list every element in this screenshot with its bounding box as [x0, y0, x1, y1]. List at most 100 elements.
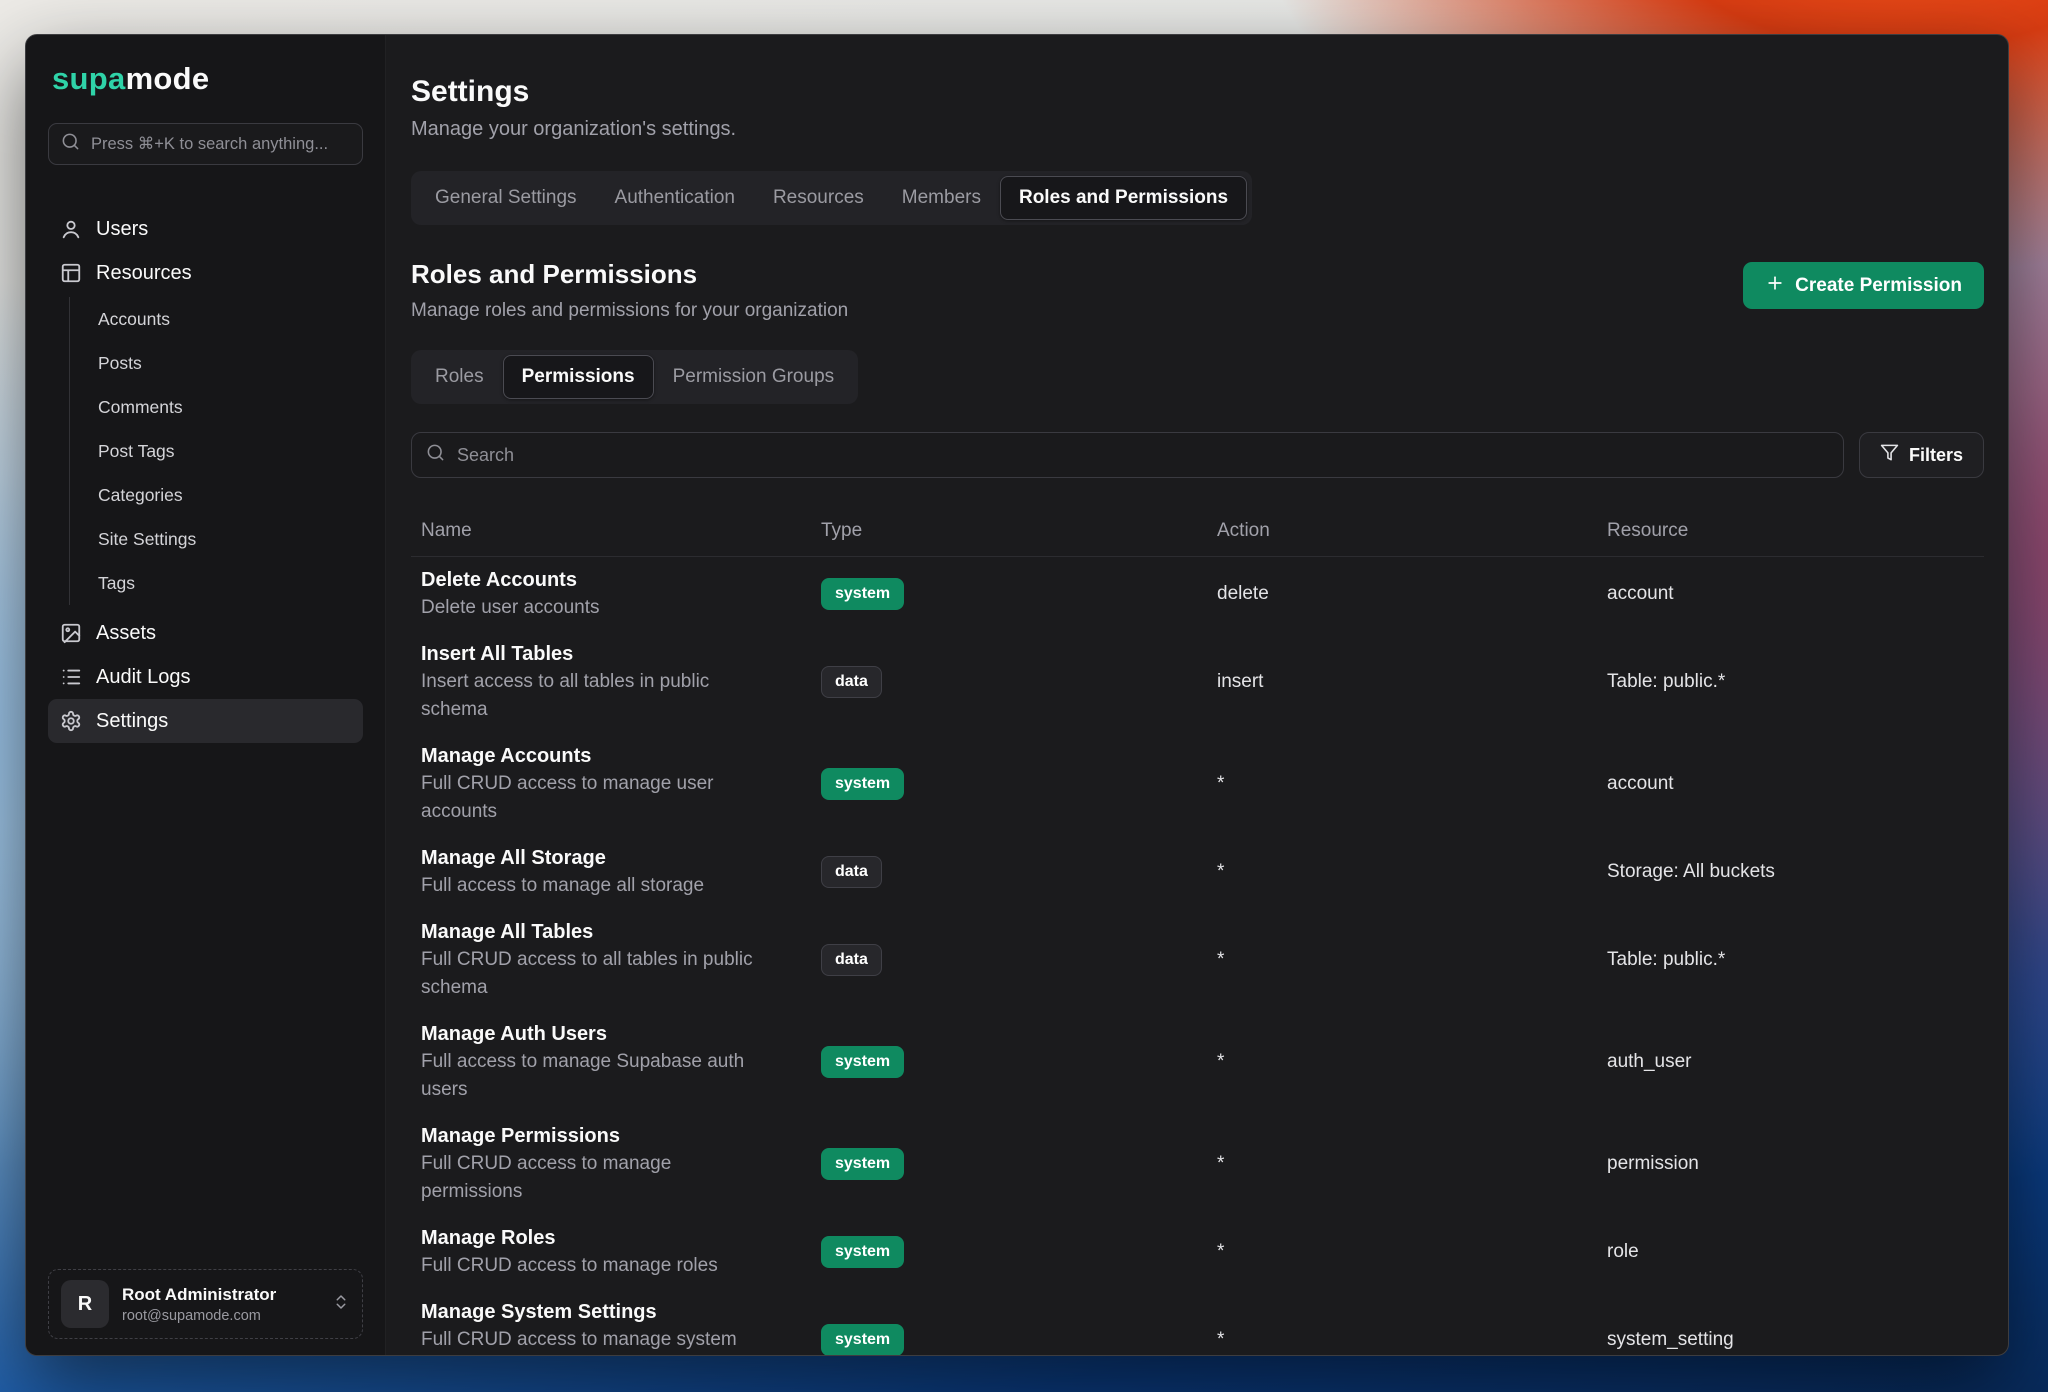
sidebar-spacer: [48, 743, 363, 1269]
tab-roles-and-permissions[interactable]: Roles and Permissions: [1000, 176, 1247, 220]
permission-type-cell: system: [821, 1236, 1217, 1268]
column-header-name: Name: [421, 520, 821, 542]
search-icon: [61, 132, 80, 156]
permission-action: *: [1217, 1051, 1607, 1073]
table-row[interactable]: Manage Auth UsersFull access to manage S…: [411, 1011, 1984, 1113]
sidebar-item-label: Settings: [96, 710, 168, 733]
permission-name-cell: Insert All TablesInsert access to all ta…: [421, 640, 821, 724]
sidebar-subitem-site-settings[interactable]: Site Settings: [94, 517, 363, 561]
permission-resource: Storage: All buckets: [1607, 861, 1984, 883]
tab-members[interactable]: Members: [883, 176, 1000, 220]
sidebar-subitem-posts[interactable]: Posts: [94, 341, 363, 385]
sidebar-item-audit-logs[interactable]: Audit Logs: [48, 655, 363, 699]
sidebar-subitem-categories[interactable]: Categories: [94, 473, 363, 517]
main-content: Settings Manage your organization's sett…: [386, 35, 2008, 1355]
app-window: supamode Users Resources AccountsPostsComm…: [25, 34, 2009, 1356]
table-row[interactable]: Manage System SettingsFull CRUD access t…: [411, 1289, 1984, 1355]
permission-type-cell: data: [821, 944, 1217, 976]
roles-subtabstrip: RolesPermissionsPermission Groups: [411, 350, 858, 404]
sidebar-item-settings[interactable]: Settings: [48, 699, 363, 743]
sidebar-subitem-accounts[interactable]: Accounts: [94, 297, 363, 341]
permission-action: *: [1217, 861, 1607, 883]
sidebar-item-assets[interactable]: Assets: [48, 611, 363, 655]
type-badge: data: [821, 944, 882, 976]
tab-resources[interactable]: Resources: [754, 176, 883, 220]
permission-name: Manage All Storage: [421, 844, 821, 872]
sidebar-subitem-tags[interactable]: Tags: [94, 561, 363, 605]
filters-label: Filters: [1909, 445, 1963, 466]
table-row[interactable]: Manage RolesFull CRUD access to manage r…: [411, 1215, 1984, 1289]
permission-name-cell: Manage AccountsFull CRUD access to manag…: [421, 742, 821, 826]
permission-name: Manage All Tables: [421, 918, 821, 946]
permission-resource: Table: public.*: [1607, 671, 1984, 693]
section-header-text: Roles and Permissions Manage roles and p…: [411, 259, 848, 322]
section-header: Roles and Permissions Manage roles and p…: [411, 259, 1984, 322]
sidebar: supamode Users Resources AccountsPostsComm…: [26, 35, 386, 1355]
permission-resource: account: [1607, 583, 1984, 605]
filters-button[interactable]: Filters: [1859, 432, 1984, 478]
table-row[interactable]: Manage PermissionsFull CRUD access to ma…: [411, 1113, 1984, 1215]
permission-type-cell: system: [821, 1046, 1217, 1078]
permission-description: Full access to manage all storage: [421, 872, 773, 900]
subtab-permission-groups[interactable]: Permission Groups: [654, 355, 854, 399]
sidebar-nav: Users Resources AccountsPostsCommentsPost …: [48, 207, 363, 743]
table-row[interactable]: Delete AccountsDelete user accounts syste…: [411, 557, 1984, 631]
permission-name-cell: Manage RolesFull CRUD access to manage r…: [421, 1224, 821, 1280]
permission-resource: permission: [1607, 1153, 1984, 1175]
table-row[interactable]: Manage AccountsFull CRUD access to manag…: [411, 733, 1984, 835]
permission-action: *: [1217, 949, 1607, 971]
permission-name: Manage Permissions: [421, 1122, 821, 1150]
type-badge: data: [821, 666, 882, 698]
tab-authentication[interactable]: Authentication: [596, 176, 754, 220]
global-search-input[interactable]: [89, 134, 350, 155]
table-row[interactable]: Insert All TablesInsert access to all ta…: [411, 631, 1984, 733]
permission-description: Full CRUD access to manage system settin…: [421, 1326, 773, 1355]
permission-description: Full CRUD access to manage user accounts: [421, 770, 773, 826]
section-subtitle: Manage roles and permissions for your or…: [411, 300, 848, 322]
subtab-permissions[interactable]: Permissions: [503, 355, 654, 399]
sidebar-item-users[interactable]: Users: [48, 207, 363, 251]
permission-description: Insert access to all tables in public sc…: [421, 668, 773, 724]
user-meta: Root Administrator root@supamode.com: [122, 1285, 319, 1324]
permission-description: Full CRUD access to manage permissions: [421, 1150, 773, 1206]
permission-search-box[interactable]: [411, 432, 1844, 478]
table-row[interactable]: Manage All TablesFull CRUD access to all…: [411, 909, 1984, 1011]
audit-list-icon: [60, 666, 82, 688]
permission-description: Full access to manage Supabase auth user…: [421, 1048, 773, 1104]
table-row[interactable]: Manage All StorageFull access to manage …: [411, 835, 1984, 909]
permission-name: Manage Accounts: [421, 742, 821, 770]
permission-search-input[interactable]: [455, 444, 1829, 467]
global-search-box[interactable]: [48, 123, 363, 165]
page-title: Settings: [411, 75, 1984, 109]
permission-description: Delete user accounts: [421, 594, 773, 622]
sidebar-subitem-post-tags[interactable]: Post Tags: [94, 429, 363, 473]
sidebar-sublist: AccountsPostsCommentsPost TagsCategories…: [69, 297, 363, 605]
page-subtitle: Manage your organization's settings.: [411, 118, 1984, 141]
column-header-resource: Resource: [1607, 520, 1984, 542]
sidebar-item-resources[interactable]: Resources: [48, 251, 363, 295]
permission-name: Delete Accounts: [421, 566, 821, 594]
column-header-action: Action: [1217, 520, 1607, 542]
permission-type-cell: system: [821, 578, 1217, 610]
tab-general-settings[interactable]: General Settings: [416, 176, 596, 220]
chevrons-up-down-icon: [332, 1293, 350, 1316]
sidebar-subitem-comments[interactable]: Comments: [94, 385, 363, 429]
app-logo: supamode: [48, 61, 363, 97]
permission-name: Manage Auth Users: [421, 1020, 821, 1048]
permission-resource: Table: public.*: [1607, 949, 1984, 971]
user-menu-button[interactable]: R Root Administrator root@supamode.com: [48, 1269, 363, 1339]
permission-name: Manage Roles: [421, 1224, 821, 1252]
create-permission-button[interactable]: Create Permission: [1743, 262, 1984, 309]
avatar: R: [61, 1280, 109, 1328]
gear-icon: [60, 710, 82, 732]
subtab-roles[interactable]: Roles: [416, 355, 503, 399]
permission-resource: system_setting: [1607, 1329, 1984, 1351]
permission-type-cell: system: [821, 1324, 1217, 1355]
sidebar-item-label: Resources: [96, 262, 192, 285]
sidebar-item-label: Audit Logs: [96, 666, 191, 689]
column-header-type: Type: [821, 520, 1217, 542]
search-icon: [426, 443, 445, 467]
permission-name-cell: Manage Auth UsersFull access to manage S…: [421, 1020, 821, 1104]
permission-name-cell: Manage All TablesFull CRUD access to all…: [421, 918, 821, 1002]
permission-name-cell: Manage PermissionsFull CRUD access to ma…: [421, 1122, 821, 1206]
